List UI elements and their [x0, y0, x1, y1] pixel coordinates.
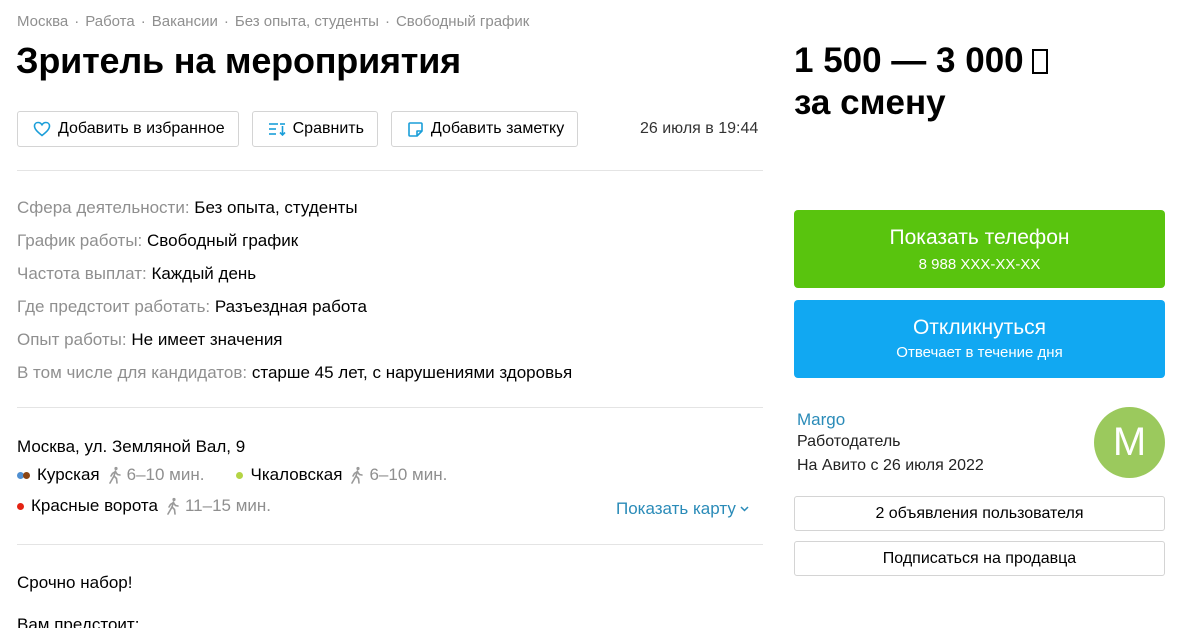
- seller-role: Работодатель: [797, 433, 901, 450]
- price-amount: 1 500 — 3 000: [794, 41, 1024, 80]
- walking-icon: [167, 497, 179, 515]
- address: Москва, ул. Земляной Вал, 9: [17, 437, 246, 456]
- divider: [17, 407, 763, 408]
- note-icon: [408, 121, 423, 137]
- param-row: График работы: Свободный график: [17, 230, 572, 263]
- show-map-link[interactable]: Показать карту: [616, 499, 749, 519]
- breadcrumb-separator: ·: [74, 13, 80, 30]
- page-title: Зритель на мероприятия: [16, 40, 461, 81]
- param-value: Не имеет значения: [131, 330, 283, 349]
- chevron-down-icon: [740, 506, 749, 512]
- seller-since: На Авито с 26 июля 2022: [797, 457, 984, 474]
- param-value: Разъездная работа: [214, 297, 367, 316]
- metro-row: Красные ворота 11–15 мин.: [17, 496, 303, 516]
- seller-name-link[interactable]: Margo: [797, 410, 845, 430]
- compare-icon: [268, 123, 286, 137]
- breadcrumb-item-no-experience[interactable]: Без опыта, студенты: [235, 13, 379, 30]
- add-favorite-button[interactable]: Добавить в избранное: [17, 111, 239, 147]
- show-phone-label: Показать телефон: [889, 226, 1070, 249]
- walk-time: 6–10 мин.: [108, 465, 205, 485]
- metro-line-dot: [23, 471, 30, 479]
- respond-label: Откликнуться: [912, 316, 1047, 339]
- walk-time: 11–15 мин.: [166, 496, 271, 516]
- breadcrumb-separator: ·: [223, 13, 229, 30]
- price: 1 500 — 3 000 за смену: [794, 40, 1048, 124]
- add-favorite-label: Добавить в избранное: [58, 120, 225, 137]
- param-key: Частота выплат:: [17, 264, 147, 283]
- param-value: Каждый день: [151, 264, 257, 283]
- param-row: Где предстоит работать: Разъездная работ…: [17, 296, 572, 329]
- breadcrumb-item-work[interactable]: Работа: [85, 13, 135, 30]
- param-row: Частота выплат: Каждый день: [17, 263, 572, 296]
- breadcrumb-item-vacancies[interactable]: Вакансии: [152, 13, 218, 30]
- param-key: Где предстоит работать:: [17, 297, 211, 316]
- avatar[interactable]: M: [1094, 407, 1165, 478]
- param-key: График работы:: [17, 231, 143, 250]
- breadcrumb-separator: ·: [140, 13, 146, 30]
- param-key: Сфера деятельности:: [17, 198, 190, 217]
- metro-line-dot: [236, 471, 244, 479]
- heart-icon: [33, 121, 51, 137]
- seller-ads-button[interactable]: 2 объявления пользователя: [794, 496, 1165, 531]
- metro-station-name: Красные ворота: [31, 496, 158, 515]
- param-key: В том числе для кандидатов:: [17, 363, 248, 382]
- param-row: Сфера деятельности: Без опыта, студенты: [17, 197, 572, 230]
- compare-label: Сравнить: [292, 120, 364, 137]
- job-params: Сфера деятельности: Без опыта, студенты …: [17, 197, 572, 395]
- show-map-label: Показать карту: [616, 499, 736, 518]
- walking-icon: [351, 466, 364, 484]
- walk-time: 6–10 мин.: [350, 465, 447, 485]
- compare-button[interactable]: Сравнить: [251, 111, 378, 147]
- price-period: за смену: [794, 83, 946, 122]
- walk-time-text: 11–15 мин.: [184, 496, 272, 515]
- description-line: Срочно набор!: [17, 573, 133, 592]
- subscribe-seller-button[interactable]: Подписаться на продавца: [794, 541, 1165, 576]
- divider: [17, 544, 763, 545]
- respond-sublabel: Отвечает в течение дня: [896, 344, 1063, 361]
- walking-icon: [108, 466, 121, 484]
- breadcrumb-separator: ·: [384, 13, 390, 30]
- breadcrumb: Москва · Работа · Вакансии · Без опыта, студен…: [17, 13, 529, 30]
- description-line: Вам предстоит:: [17, 615, 140, 628]
- metro-row: Курская 6–10 мин. Чкаловская 6–10 мин.: [17, 465, 479, 485]
- publish-date: 26 июля в 19:44: [640, 120, 759, 137]
- metro-station-name: Чкаловская: [250, 465, 343, 484]
- walk-time-text: 6–10 мин.: [369, 465, 448, 484]
- add-note-label: Добавить заметку: [430, 120, 565, 137]
- show-phone-button[interactable]: Показать телефон 8 988 XXX-XX-XX: [794, 210, 1165, 288]
- param-row: Опыт работы: Не имеет значения: [17, 329, 572, 362]
- currency-icon: [1031, 49, 1048, 74]
- param-value: Свободный график: [147, 231, 299, 250]
- param-value: Без опыта, студенты: [194, 198, 358, 217]
- param-value: старше 45 лет, с нарушениями здоровья: [251, 363, 573, 382]
- add-note-button[interactable]: Добавить заметку: [390, 111, 579, 147]
- walk-time-text: 6–10 мин.: [126, 465, 205, 484]
- divider: [17, 170, 763, 171]
- listing-actions: Добавить в избранное Сравнить Добавить з…: [17, 111, 591, 147]
- breadcrumb-item-free-schedule[interactable]: Свободный график: [396, 13, 529, 30]
- param-row: В том числе для кандидатов: старше 45 ле…: [17, 362, 572, 395]
- breadcrumb-item-city[interactable]: Москва: [17, 13, 68, 30]
- metro-line-dot: [17, 502, 24, 510]
- metro-station-name: Курская: [37, 465, 100, 484]
- phone-number: 8 988 XXX-XX-XX: [918, 256, 1041, 273]
- param-key: Опыт работы:: [17, 330, 127, 349]
- respond-button[interactable]: Откликнуться Отвечает в течение дня: [794, 300, 1165, 378]
